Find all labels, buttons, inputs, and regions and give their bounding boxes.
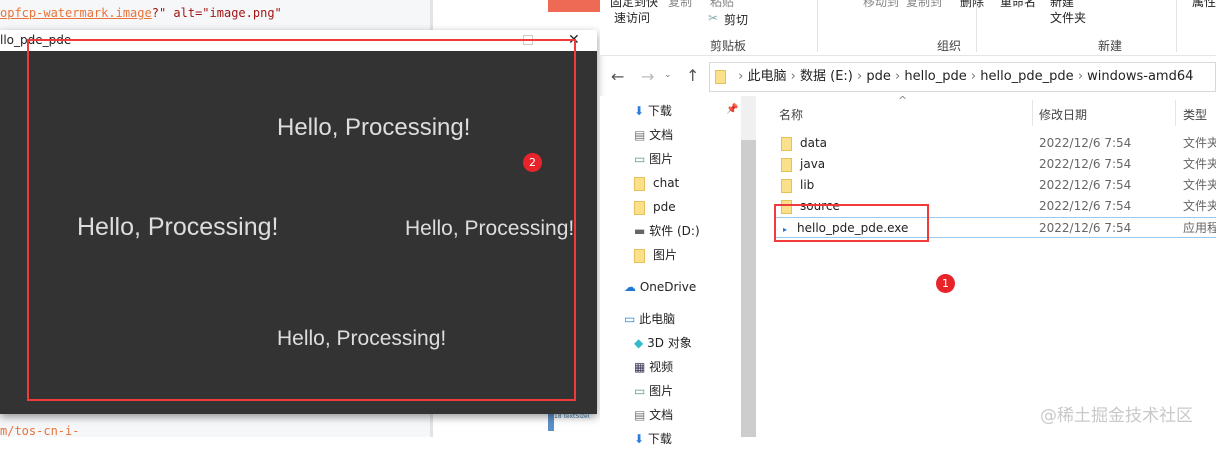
move-to-button[interactable]: 移动到 xyxy=(863,0,899,10)
file-row[interactable]: java 2022/12/6 7:54 文件夹 xyxy=(774,154,1216,175)
breadcrumb-item[interactable]: 数据 (E:) xyxy=(800,69,853,84)
nav-item-videos[interactable]: ▦ 视频 xyxy=(634,356,673,378)
breadcrumb-item[interactable]: hello_pde xyxy=(904,69,966,84)
cube-icon: ◆ xyxy=(634,336,644,350)
scissors-icon: ✂ xyxy=(708,11,719,25)
orange-tab xyxy=(548,0,603,12)
up-button[interactable]: ↑ xyxy=(686,66,699,85)
code-line: m/tos-cn-i- xyxy=(0,424,80,438)
code-line: opfcp-watermark.image?" alt="image.png" xyxy=(0,6,282,20)
picture-icon: ▭ xyxy=(634,152,646,166)
folder-icon xyxy=(634,176,645,191)
download-icon: ⬇ xyxy=(634,432,645,446)
file-row[interactable]: data 2022/12/6 7:54 文件夹 xyxy=(774,133,1216,154)
group-clipboard: 剪贴板 xyxy=(710,39,747,53)
line-number: 18 xyxy=(554,413,562,420)
mini-code: 18 textSize( xyxy=(548,413,603,431)
column-header-name[interactable]: 名称 xyxy=(779,106,803,123)
nav-item-drive-d[interactable]: ▬ 软件 (D:) xyxy=(634,220,700,242)
breadcrumb-item[interactable]: windows-amd64 xyxy=(1087,69,1193,84)
document-icon: ▤ xyxy=(634,408,646,422)
forward-button[interactable]: → xyxy=(641,67,654,86)
step-badge: 2 xyxy=(523,153,542,172)
ribbon: 固定到快 复制 粘贴 移动到 复制到 删除 重命名 新建 属性 速访问 ✂ 剪切… xyxy=(600,0,1216,56)
step-badge: 1 xyxy=(936,274,955,293)
recent-dropdown-icon[interactable]: ⌄ xyxy=(664,70,672,80)
back-button[interactable]: ← xyxy=(611,67,624,86)
nav-item-onedrive[interactable]: ☁ OneDrive xyxy=(624,276,696,298)
scrollbar-thumb[interactable] xyxy=(741,140,756,437)
nav-item-pictures[interactable]: ▭ 图片 xyxy=(634,148,673,170)
new-folder-label: 文件夹 xyxy=(1050,11,1087,25)
nav-item-downloads[interactable]: ⬇ 下载 xyxy=(634,100,672,122)
document-icon: ▤ xyxy=(634,128,646,142)
cut-button[interactable]: 剪切 xyxy=(724,11,748,28)
folder-icon xyxy=(715,69,726,84)
highlight-box-window xyxy=(27,39,576,401)
sort-ascending-icon: ^ xyxy=(898,94,908,107)
folder-icon xyxy=(634,248,645,263)
paste-button[interactable]: 粘贴 xyxy=(710,0,734,10)
nav-item-downloads-2[interactable]: ⬇ 下载 xyxy=(634,428,672,450)
copy-to-button[interactable]: 复制到 xyxy=(906,0,942,10)
code-text: ?" alt="image.png" xyxy=(151,6,282,20)
folder-icon xyxy=(781,136,792,151)
nav-item-3d-objects[interactable]: ◆ 3D 对象 xyxy=(634,332,692,354)
picture-icon: ▭ xyxy=(634,384,646,398)
group-new: 新建 xyxy=(1098,39,1123,53)
delete-button[interactable]: 删除 xyxy=(960,0,984,10)
rename-button[interactable]: 重命名 xyxy=(1000,0,1036,10)
cloud-icon: ☁ xyxy=(624,280,636,294)
download-icon: ⬇ xyxy=(634,104,645,118)
breadcrumb-item[interactable]: pde xyxy=(866,69,891,84)
nav-item-pictures-folder[interactable]: 图片 xyxy=(634,244,677,266)
file-row[interactable]: lib 2022/12/6 7:54 文件夹 xyxy=(774,175,1216,196)
copy-button[interactable]: 复制 xyxy=(668,0,692,10)
address-bar[interactable]: › 此电脑 › 数据 (E:) › pde › hello_pde › hell… xyxy=(709,62,1216,92)
folder-icon xyxy=(634,200,645,215)
column-header-type[interactable]: 类型 xyxy=(1183,106,1207,123)
image-link: opfcp-watermark.image xyxy=(0,6,152,20)
watermark: @稀土掘金技术社区 xyxy=(1040,406,1193,426)
breadcrumb-item[interactable]: 此电脑 xyxy=(747,69,786,84)
folder-icon xyxy=(781,178,792,193)
nav-item-pictures-2[interactable]: ▭ 图片 xyxy=(634,380,673,402)
breadcrumb-item[interactable]: hello_pde_pde xyxy=(980,69,1073,84)
group-organize: 组织 xyxy=(937,39,962,53)
nav-scrollbar[interactable] xyxy=(741,96,756,437)
nav-item-documents[interactable]: ▤ 文档 xyxy=(634,124,673,146)
folder-icon xyxy=(781,157,792,172)
pin-icon[interactable]: 📌 xyxy=(726,104,738,115)
nav-item-this-pc[interactable]: ▭ 此电脑 xyxy=(624,308,675,330)
column-header-date[interactable]: 修改日期 xyxy=(1039,106,1087,123)
computer-icon: ▭ xyxy=(624,312,636,326)
highlight-box-exe xyxy=(774,204,929,242)
drive-icon: ▬ xyxy=(634,224,646,238)
quick-access-label: 速访问 xyxy=(614,11,651,25)
code-text: textSize( xyxy=(563,413,591,420)
navigation-pane: ⬇ 下载 ▤ 文档 ▭ 图片 chat pde ▬ 软件 (D:) 图片 ☁ O… xyxy=(600,96,741,446)
nav-item-chat[interactable]: chat xyxy=(634,172,679,194)
nav-item-documents-2[interactable]: ▤ 文档 xyxy=(634,404,673,426)
video-icon: ▦ xyxy=(634,360,646,374)
properties-button[interactable]: 属性 xyxy=(1192,0,1216,10)
nav-item-pde[interactable]: pde xyxy=(634,196,676,218)
